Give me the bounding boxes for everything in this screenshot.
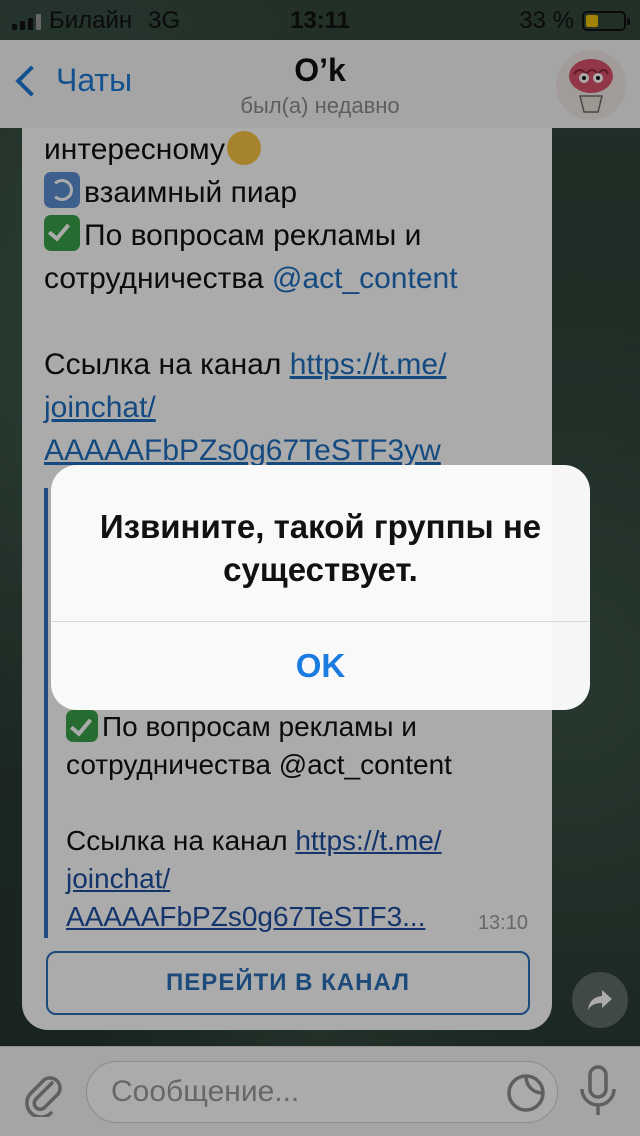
ok-button[interactable]: OK	[51, 622, 590, 710]
alert-title: Извините, такой группы не существует.	[99, 508, 542, 588]
alert-dialog: Извините, такой группы не существует. OK	[51, 465, 590, 710]
